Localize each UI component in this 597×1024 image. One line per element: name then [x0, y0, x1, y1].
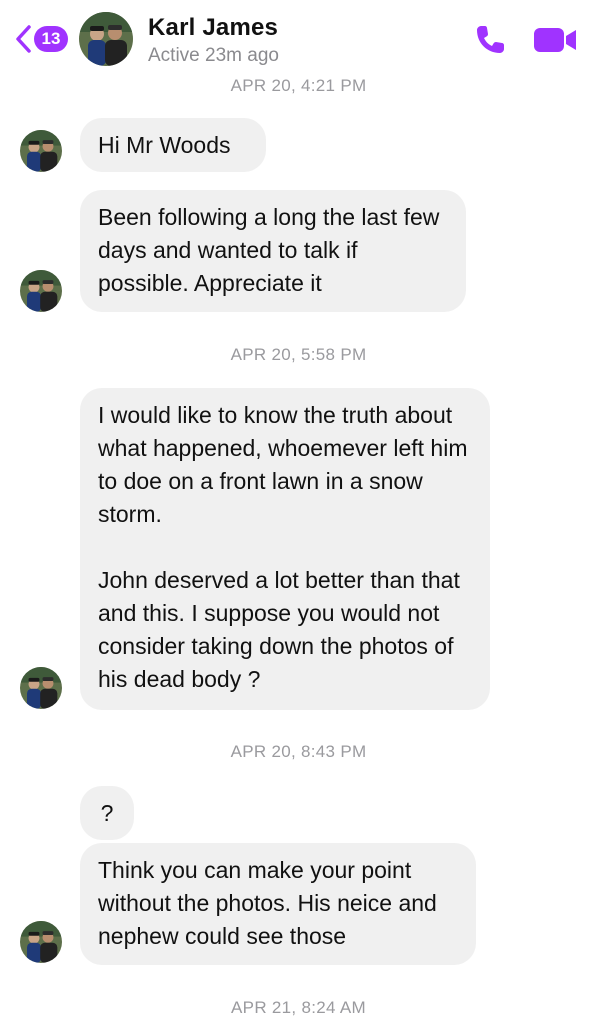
chevron-left-icon [16, 25, 31, 53]
sender-avatar[interactable] [20, 921, 62, 963]
conversation-header: 13 Karl James Active 23m ago [0, 0, 597, 72]
message-bubble[interactable]: Hi Mr Woods [80, 118, 266, 172]
sender-avatar[interactable] [20, 270, 62, 312]
message-bubble[interactable]: I would like to know the truth about wha… [80, 388, 490, 710]
message-bubble[interactable]: Been following a long the last few days … [80, 190, 466, 312]
contact-avatar[interactable] [79, 12, 133, 66]
sender-avatar[interactable] [20, 130, 62, 172]
unread-count-badge: 13 [34, 26, 68, 52]
sender-avatar[interactable] [20, 667, 62, 709]
active-status: Active 23m ago [148, 45, 279, 66]
back-button[interactable]: 13 [12, 22, 68, 56]
message-timestamp: APR 20, 5:58 PM [230, 345, 367, 364]
message-timestamp: APR 20, 8:43 PM [230, 742, 367, 761]
message-timestamp: APR 21, 8:24 AM [231, 998, 366, 1017]
video-camera-icon[interactable] [532, 26, 578, 54]
message-timestamp: APR 20, 4:21 PM [230, 76, 367, 95]
contact-name[interactable]: Karl James [148, 14, 278, 42]
phone-icon[interactable] [472, 22, 508, 58]
message-bubble[interactable]: ? [80, 786, 134, 840]
message-bubble[interactable]: Think you can make your point without th… [80, 843, 476, 965]
